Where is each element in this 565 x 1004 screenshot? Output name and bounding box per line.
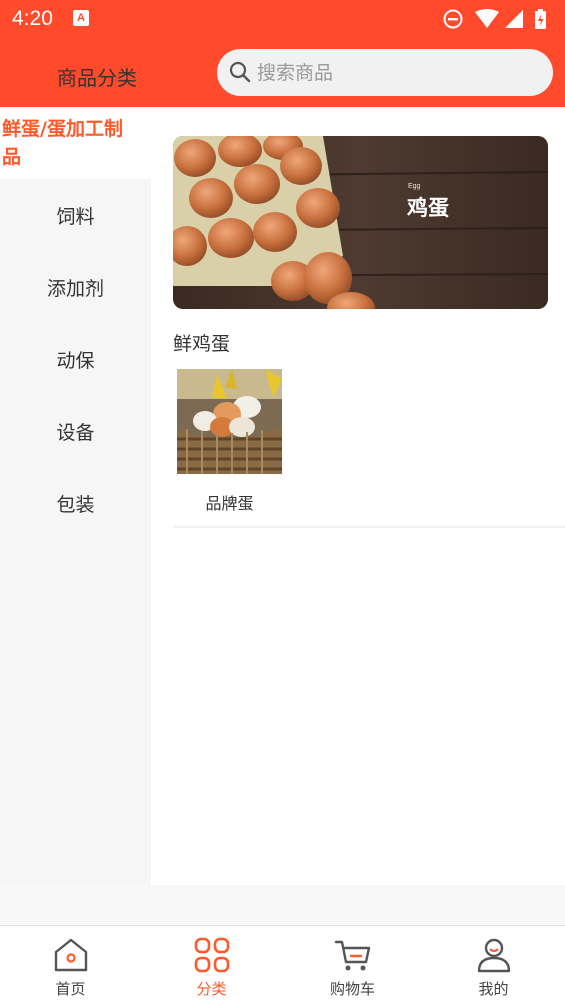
bottom-spacer (0, 885, 565, 925)
sidebar-item-label: 品 (2, 146, 22, 168)
sidebar-item-label: 包装 (56, 493, 95, 516)
product-card[interactable]: 品牌蛋 (173, 362, 565, 528)
sidebar-item-additives[interactable]: 添加剂 (0, 251, 151, 323)
status-icons (443, 9, 546, 29)
status-bar: 4:20 A (0, 0, 565, 40)
sidebar-item-label: 设备 (56, 421, 95, 444)
tab-home[interactable]: 首页 (0, 926, 141, 1004)
user-icon (477, 938, 510, 973)
wifi-icon (475, 9, 499, 28)
sidebar-item-animal-health[interactable]: 动保 (0, 323, 151, 395)
tab-label: 首页 (55, 980, 86, 998)
dnd-icon (443, 9, 463, 29)
category-banner[interactable]: Egg 鸡蛋 (173, 136, 548, 309)
tab-label: 我的 (478, 980, 509, 998)
banner-small-text: Egg (408, 183, 421, 190)
battery-icon (535, 9, 546, 29)
tab-mine[interactable]: 我的 (423, 926, 564, 1004)
status-time: 4:20 (12, 7, 53, 30)
tab-cart[interactable]: 购物车 (282, 926, 423, 1004)
page-title: 商品分类 (57, 66, 137, 90)
category-sidebar: 鲜蛋/蛋加工制 品 饲料 添加剂 动保 设备 包装 (0, 107, 151, 885)
product-image (177, 369, 282, 474)
search-box[interactable] (217, 49, 553, 96)
tab-label: 购物车 (329, 980, 375, 998)
banner-title: 鸡蛋 (406, 196, 449, 220)
search-input[interactable] (257, 49, 537, 96)
category-icon (194, 937, 229, 973)
search-icon (229, 61, 251, 83)
title-bar: 商品分类 (0, 40, 565, 107)
app-header: 4:20 A 商品分类 (0, 0, 565, 107)
signal-icon (505, 10, 523, 28)
section-title: 鲜鸡蛋 (173, 333, 231, 355)
sidebar-item-label: 添加剂 (46, 277, 104, 300)
home-icon (54, 938, 87, 972)
product-label: 品牌蛋 (205, 494, 254, 513)
sidebar-item-equipment[interactable]: 设备 (0, 395, 151, 467)
sidebar-item-label: 饲料 (56, 205, 95, 228)
cart-icon (334, 940, 370, 971)
sidebar-item-label: 动保 (56, 349, 95, 372)
tab-category[interactable]: 分类 (141, 926, 282, 1004)
sidebar-item-feed[interactable]: 饲料 (0, 179, 151, 251)
notification-icon: A (73, 10, 89, 26)
tab-label: 分类 (196, 980, 227, 998)
sidebar-item-label: 鲜蛋/蛋加工制 (2, 118, 123, 140)
sidebar-item-fresh-eggs[interactable]: 鲜蛋/蛋加工制 品 (0, 107, 151, 179)
banner-image: Egg 鸡蛋 (173, 136, 548, 309)
category-content: Egg 鸡蛋 鲜鸡蛋 品牌蛋 (151, 107, 565, 885)
sidebar-item-packaging[interactable]: 包装 (0, 467, 151, 539)
tab-bar: 首页 分类 购物车 我的 (0, 925, 565, 1004)
